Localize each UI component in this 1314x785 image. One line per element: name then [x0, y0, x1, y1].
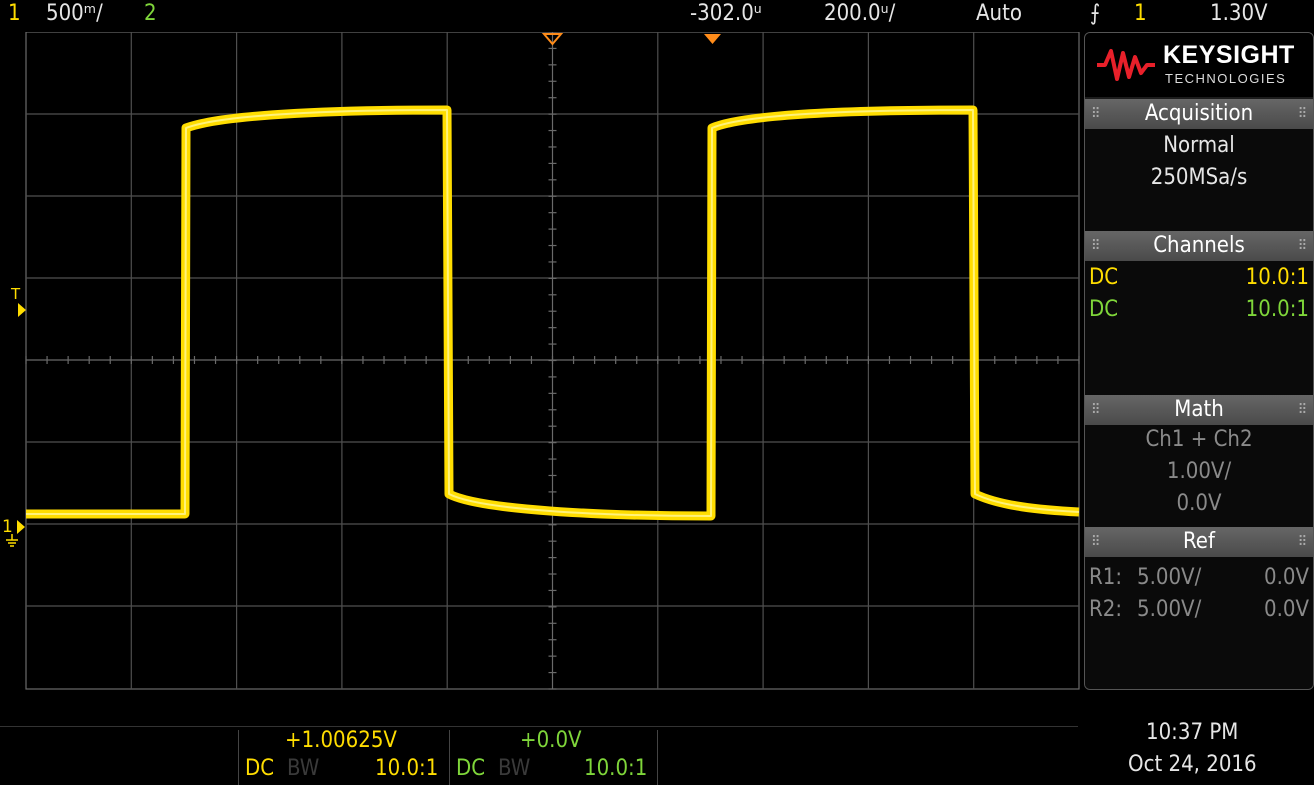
trigger-position-marker: [704, 34, 721, 44]
trigger-slope-icon: ⨍: [1090, 1, 1101, 26]
waveform-display[interactable]: T 1: [0, 32, 1080, 690]
math-header[interactable]: ⠿ Math ⠿: [1085, 395, 1313, 425]
channels-section: DC 10.0:1 DC 10.0:1: [1085, 261, 1313, 395]
r1-offset: 0.0V: [1264, 565, 1309, 590]
r1-name: R1:: [1089, 565, 1123, 590]
acquisition-title: Acquisition: [1144, 101, 1254, 126]
math-expression: Ch1 + Ch2: [1145, 427, 1253, 452]
ref-title: Ref: [1183, 529, 1215, 554]
math-offset: 0.0V: [1176, 491, 1222, 516]
ch2-coupling[interactable]: DC: [1089, 297, 1118, 322]
status-bar: 1 500ᵐ/ 2 -302.0ᵘ 200.0ᵘ/ Auto ⨍ 1 1.30V: [0, 0, 1314, 30]
ch2-bottom-probe: 10.0:1: [584, 756, 648, 781]
trigger-level-label: T: [10, 285, 21, 303]
channels-header[interactable]: ⠿ Channels ⠿: [1085, 231, 1313, 261]
ch1-bandwidth-limit: BW: [287, 756, 320, 781]
ground-reference-label: 1: [2, 517, 13, 537]
brand-logo: KEYSIGHT TECHNOLOGIES: [1085, 33, 1313, 97]
trigger-source[interactable]: 1: [1134, 0, 1147, 28]
grip-icon: ⠿: [1297, 534, 1307, 550]
divider: [657, 730, 658, 785]
grip-icon: ⠿: [1091, 238, 1101, 254]
trigger-level-marker: [18, 303, 26, 317]
ch1-offset: +1.00625V: [285, 728, 397, 753]
ch1-bottom-probe: 10.0:1: [375, 756, 439, 781]
grip-icon: ⠿: [1297, 402, 1307, 418]
acquisition-mode: Normal: [1163, 133, 1235, 158]
ch2-probe[interactable]: 10.0:1: [1246, 297, 1309, 322]
sample-rate: 250MSa/s: [1150, 165, 1248, 190]
divider: [238, 730, 239, 785]
ref-header[interactable]: ⠿ Ref ⠿: [1085, 527, 1313, 557]
ch2-bandwidth-limit: BW: [498, 756, 531, 781]
ref-section: R1: 5.00V/ 0.0V R2: 5.00V/ 0.0V: [1085, 557, 1313, 689]
ch1-vertical-scale[interactable]: 500ᵐ/: [46, 0, 103, 28]
ch1-number[interactable]: 1: [8, 0, 21, 28]
math-scale: 1.00V/: [1166, 459, 1232, 484]
ch1-probe[interactable]: 10.0:1: [1246, 265, 1309, 290]
ch2-offset: +0.0V: [520, 728, 582, 753]
brand-name: KEYSIGHT: [1163, 41, 1295, 69]
channels-title: Channels: [1153, 233, 1245, 258]
clock-date: Oct 24, 2016: [1128, 752, 1257, 777]
brand-subtitle: TECHNOLOGIES: [1165, 71, 1287, 86]
grip-icon: ⠿: [1091, 106, 1101, 122]
ch1-bottom-coupling: DC: [245, 756, 275, 781]
r2-scale: 5.00V/: [1137, 597, 1202, 622]
ch2-number[interactable]: 2: [144, 0, 157, 28]
divider: [0, 726, 1078, 727]
grip-icon: ⠿: [1091, 402, 1101, 418]
clock-time: 10:37 PM: [1146, 720, 1239, 745]
acquisition-section: Normal 250MSa/s: [1085, 129, 1313, 231]
grip-icon: ⠿: [1297, 238, 1307, 254]
grip-icon: ⠿: [1297, 106, 1307, 122]
r2-name: R2:: [1089, 597, 1123, 622]
r1-scale: 5.00V/: [1137, 565, 1202, 590]
side-panel: KEYSIGHT TECHNOLOGIES ⠿ Acquisition ⠿ No…: [1084, 32, 1314, 690]
divider: [449, 730, 450, 785]
keysight-wave-icon: [1097, 49, 1155, 81]
ch2-bottom-coupling: DC: [456, 756, 486, 781]
trigger-level[interactable]: 1.30V: [1210, 0, 1268, 28]
ch1-coupling[interactable]: DC: [1089, 265, 1118, 290]
time-scale[interactable]: 200.0ᵘ/: [824, 0, 895, 28]
ground-reference-marker: [17, 520, 25, 534]
grip-icon: ⠿: [1091, 534, 1101, 550]
time-offset[interactable]: -302.0ᵘ: [690, 0, 762, 28]
bottom-bar: +1.00625V DC BW 10.0:1 +0.0V DC BW 10.0:…: [0, 690, 1314, 785]
math-title: Math: [1174, 397, 1224, 422]
acquisition-header[interactable]: ⠿ Acquisition ⠿: [1085, 99, 1313, 129]
math-section: Ch1 + Ch2 1.00V/ 0.0V: [1085, 425, 1313, 527]
trigger-mode[interactable]: Auto: [976, 0, 1022, 28]
r2-offset: 0.0V: [1264, 597, 1309, 622]
